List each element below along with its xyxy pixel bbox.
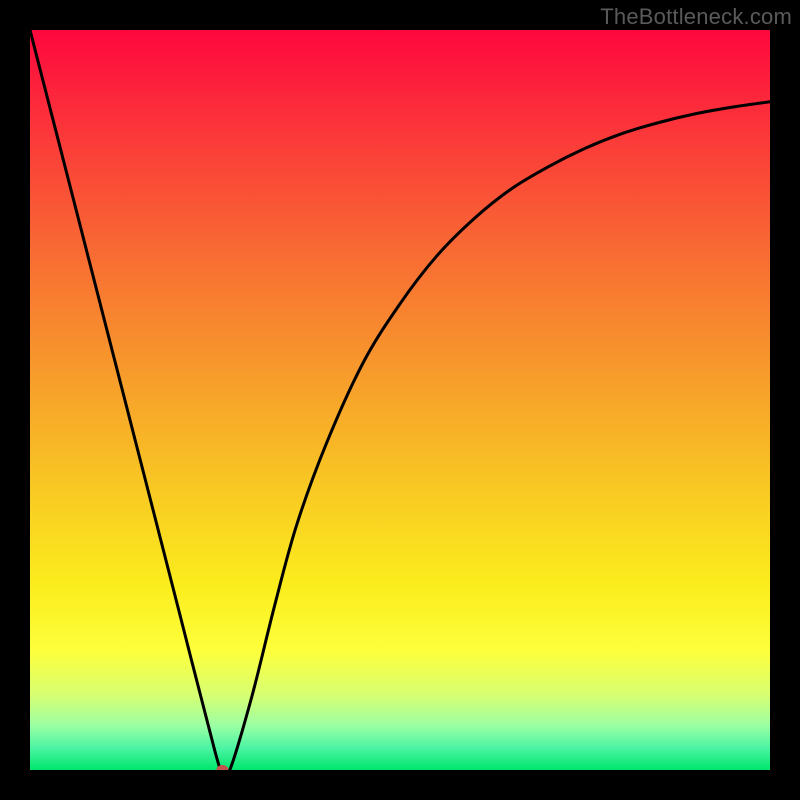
plot-area [30,30,770,770]
bottleneck-chart [30,30,770,770]
chart-frame: TheBottleneck.com [0,0,800,800]
gradient-background [30,30,770,770]
watermark-text: TheBottleneck.com [600,4,792,30]
